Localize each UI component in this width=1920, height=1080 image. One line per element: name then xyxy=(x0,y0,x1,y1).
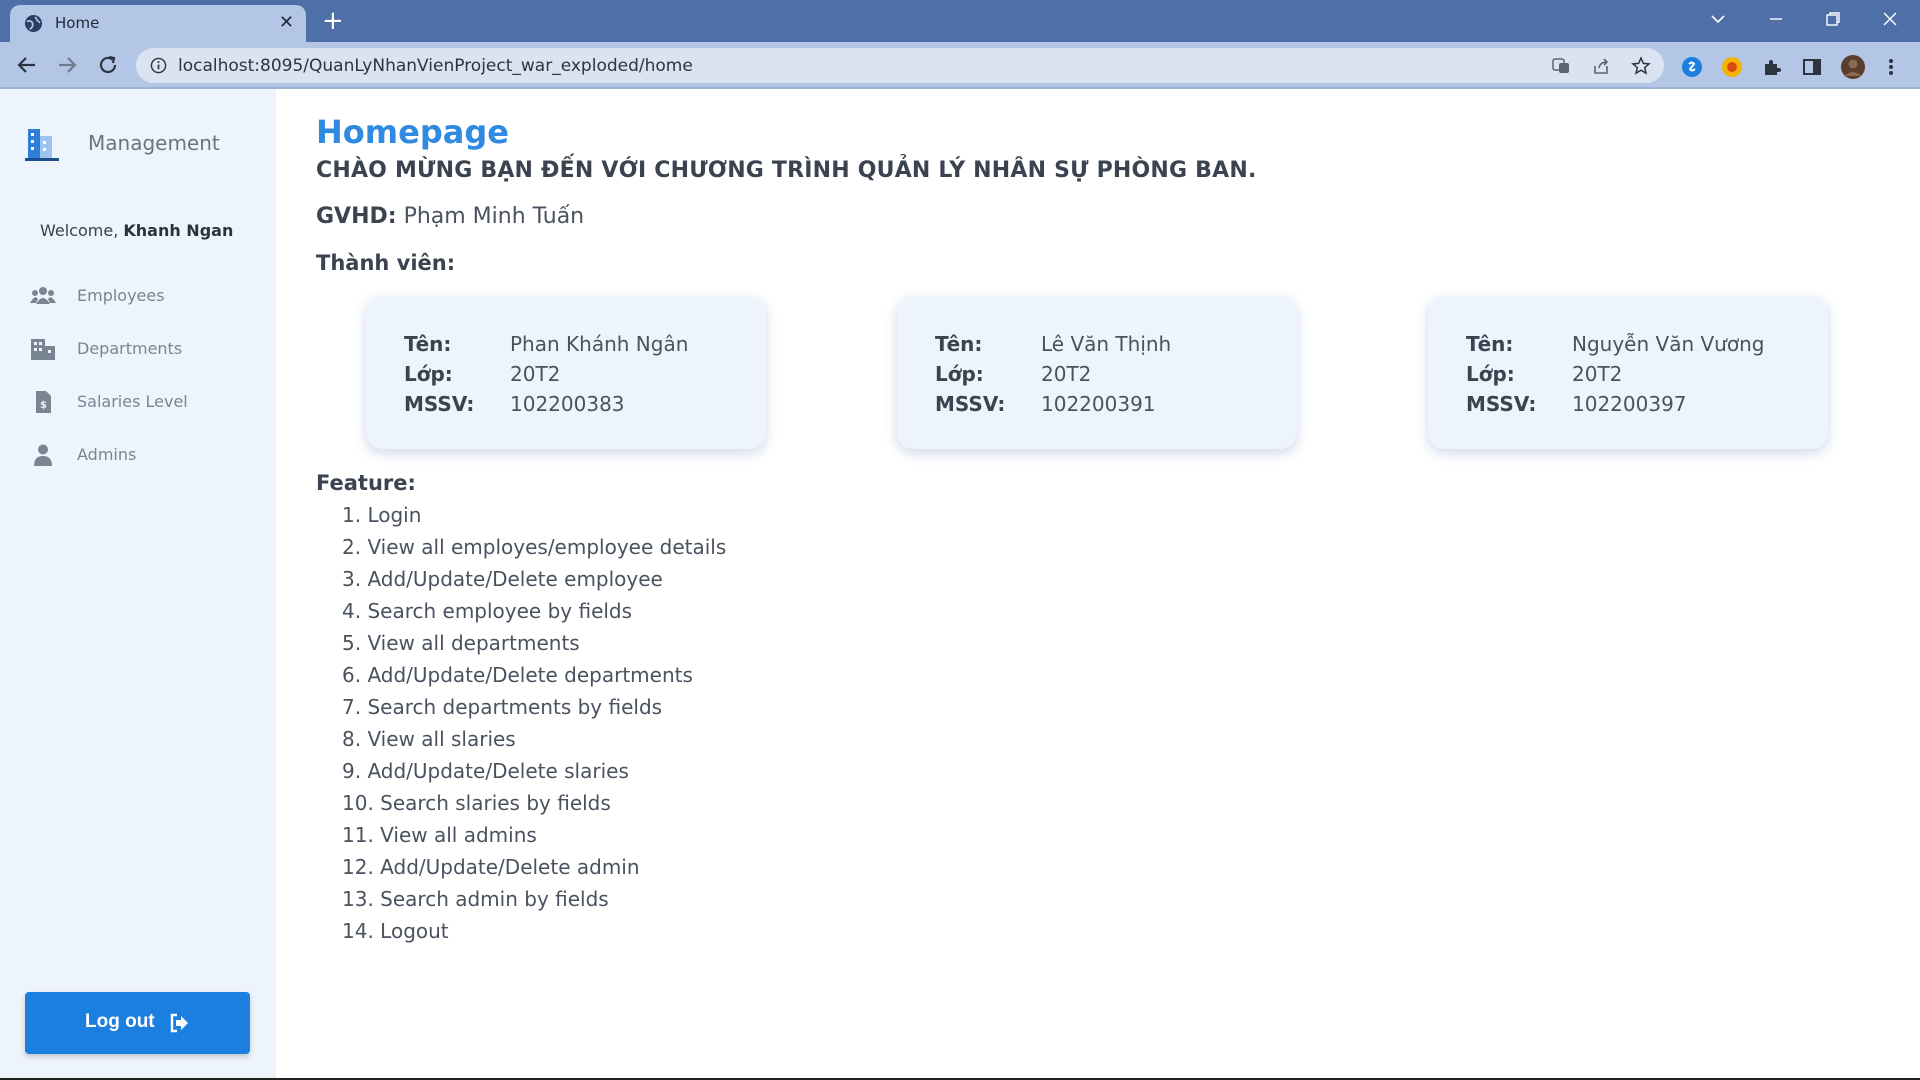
student-id-label: MSSV: xyxy=(1466,392,1537,416)
feature-list: 1. Login 2. View all employes/employee d… xyxy=(342,499,726,947)
feature-item: 6. Add/Update/Delete departments xyxy=(342,663,693,687)
building-logo-icon xyxy=(25,129,59,161)
building-icon xyxy=(31,339,55,360)
member-name: Lê Văn Thịnh xyxy=(1041,332,1172,356)
site-info-icon[interactable] xyxy=(150,57,167,74)
class-label: Lớp: xyxy=(935,362,984,386)
class-label: Lớp: xyxy=(1466,362,1515,386)
feature-item: 12. Add/Update/Delete admin xyxy=(342,855,640,879)
browser-toolbar: localhost:8095/QuanLyNhanVienProject_war… xyxy=(0,42,1920,89)
student-id-label: MSSV: xyxy=(935,392,1006,416)
feature-item: 13. Search admin by fields xyxy=(342,887,609,911)
main-content: Homepage CHÀO MỪNG BẠN ĐẾN VỚI CHƯƠNG TR… xyxy=(276,89,1920,1078)
member-class: 20T2 xyxy=(510,362,561,386)
browser-tab-strip: Home ✕ + xyxy=(0,0,1920,42)
member-card: Tên: Lê Văn Thịnh Lớp: 20T2 MSSV: 102200391 xyxy=(897,296,1297,449)
feature-label: Feature: xyxy=(316,471,416,495)
shazam-extension-icon[interactable] xyxy=(1681,56,1703,78)
sidebar: Management Welcome, Khanh Ngan Employees… xyxy=(0,89,276,1078)
sidebar-item-admins[interactable]: Admins xyxy=(0,430,276,480)
sidebar-item-departments[interactable]: Departments xyxy=(0,324,276,374)
feature-item: 2. View all employes/employee details xyxy=(342,535,727,559)
sidebar-item-label: Departments xyxy=(77,339,183,358)
logout-label: Log out xyxy=(85,1011,155,1032)
name-label: Tên: xyxy=(935,332,983,356)
sidebar-item-label: Admins xyxy=(77,445,137,464)
brand-name: Management xyxy=(88,131,220,155)
minimize-icon[interactable] xyxy=(1767,10,1785,28)
member-name: Phan Khánh Ngân xyxy=(510,332,689,356)
sidebar-item-employees[interactable]: Employees xyxy=(0,271,276,321)
member-student-id: 102200383 xyxy=(510,392,625,416)
feature-item: 5. View all departments xyxy=(342,631,580,655)
back-arrow-icon[interactable] xyxy=(14,52,40,78)
member-class: 20T2 xyxy=(1572,362,1623,386)
browser-tab-home[interactable]: Home ✕ xyxy=(10,5,306,42)
name-label: Tên: xyxy=(1466,332,1514,356)
feature-item: 11. View all admins xyxy=(342,823,537,847)
browser-menu-icon[interactable] xyxy=(1886,56,1896,78)
forward-arrow-icon[interactable] xyxy=(54,52,80,78)
tab-title: Home xyxy=(55,14,100,32)
sidebar-item-label: Salaries Level xyxy=(77,392,188,411)
address-bar[interactable]: localhost:8095/QuanLyNhanVienProject_war… xyxy=(136,48,1664,83)
member-name: Nguyễn Văn Vương xyxy=(1572,332,1765,356)
svg-text:$: $ xyxy=(40,400,47,411)
feature-item: 4. Search employee by fields xyxy=(342,599,633,623)
logout-button[interactable]: Log out xyxy=(25,992,250,1054)
page-title: Homepage xyxy=(316,113,509,151)
feature-item: 10. Search slaries by fields xyxy=(342,791,611,815)
member-student-id: 102200391 xyxy=(1041,392,1156,416)
feature-item: 8. View all slaries xyxy=(342,727,516,751)
supervisor-label: GVHD: xyxy=(316,204,397,229)
feature-item: 7. Search departments by fields xyxy=(342,695,663,719)
welcome-username: Khanh Ngan xyxy=(123,221,234,240)
globe-icon xyxy=(24,14,43,33)
supervisor-name: Phạm Minh Tuấn xyxy=(403,204,585,229)
url-text: localhost:8095/QuanLyNhanVienProject_war… xyxy=(178,56,693,76)
side-panel-icon[interactable] xyxy=(1801,56,1823,78)
restore-icon[interactable] xyxy=(1824,10,1842,28)
welcome-prefix: Welcome, xyxy=(40,221,124,240)
tab-search-chevron-icon[interactable] xyxy=(1709,10,1727,28)
welcome-heading: CHÀO MỪNG BẠN ĐẾN VỚI CHƯƠNG TRÌNH QUẢN … xyxy=(316,158,1257,183)
sign-out-icon xyxy=(170,1013,188,1033)
feature-item: 1. Login xyxy=(342,503,422,527)
class-label: Lớp: xyxy=(404,362,453,386)
invoice-dollar-icon: $ xyxy=(36,391,51,413)
feature-item: 3. Add/Update/Delete employee xyxy=(342,567,663,591)
student-id-label: MSSV: xyxy=(404,392,475,416)
member-card: Tên: Phan Khánh Ngân Lớp: 20T2 MSSV: 102200… xyxy=(366,296,766,449)
supervisor-line: GVHD: Phạm Minh Tuấn xyxy=(316,204,584,229)
share-icon[interactable] xyxy=(1591,56,1611,76)
user-icon xyxy=(34,444,52,466)
member-student-id: 102200397 xyxy=(1572,392,1687,416)
bookmark-star-icon[interactable] xyxy=(1631,56,1651,76)
translate-icon[interactable] xyxy=(1551,56,1571,76)
members-label: Thành viên: xyxy=(316,251,456,275)
sidebar-item-salaries-level[interactable]: $ Salaries Level xyxy=(0,377,276,427)
extension-coin-icon[interactable] xyxy=(1721,56,1743,78)
tab-close-icon[interactable]: ✕ xyxy=(279,12,294,34)
feature-item: 14. Logout xyxy=(342,919,449,943)
extensions-puzzle-icon[interactable] xyxy=(1761,56,1783,78)
reload-icon[interactable] xyxy=(95,52,121,78)
welcome-message: Welcome, Khanh Ngan xyxy=(40,221,233,240)
member-card: Tên: Nguyễn Văn Vương Lớp: 20T2 MSSV: 10220… xyxy=(1428,296,1828,449)
sidebar-item-label: Employees xyxy=(77,286,165,305)
member-class: 20T2 xyxy=(1041,362,1092,386)
users-icon xyxy=(30,287,56,304)
profile-avatar[interactable] xyxy=(1841,55,1865,79)
new-tab-button[interactable]: + xyxy=(322,6,344,36)
name-label: Tên: xyxy=(404,332,452,356)
close-window-icon[interactable] xyxy=(1881,10,1899,28)
feature-item: 9. Add/Update/Delete slaries xyxy=(342,759,629,783)
